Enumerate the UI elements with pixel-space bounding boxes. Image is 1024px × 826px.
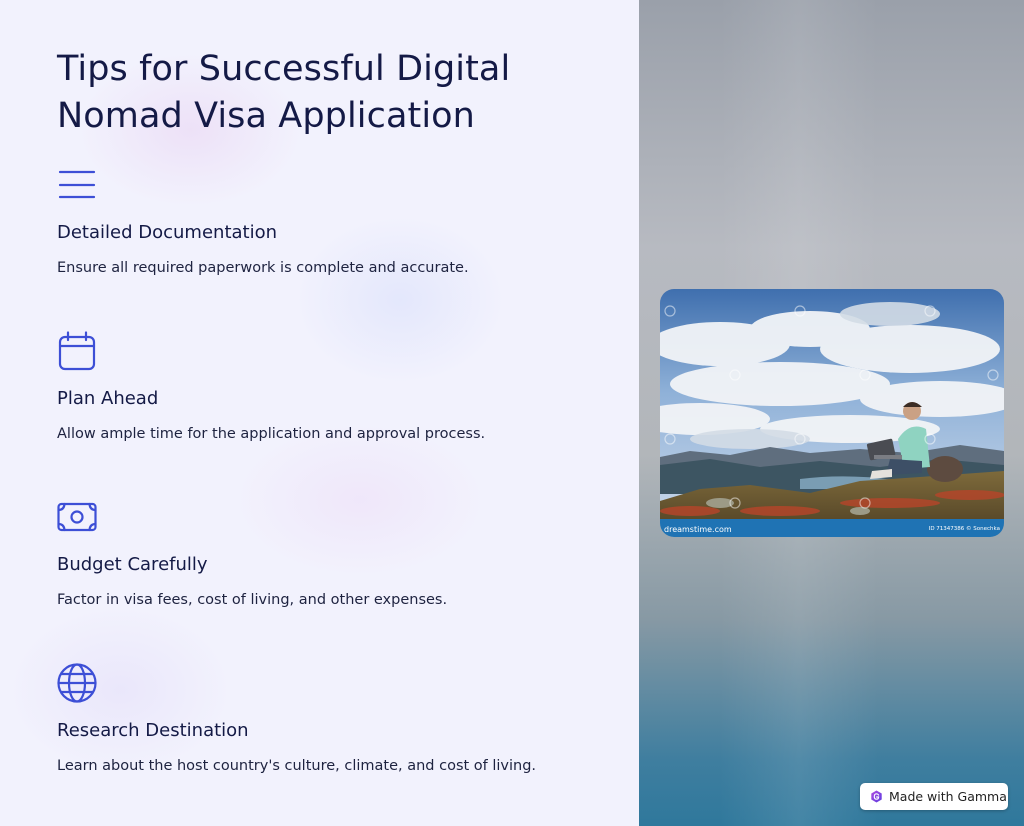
tip-item-documentation: Detailed Documentation Ensure all requir… xyxy=(57,165,617,285)
tip-description: Factor in visa fees, cost of living, and… xyxy=(57,592,448,608)
calendar-icon xyxy=(58,331,96,371)
page-title: Tips for Successful Digital Nomad Visa A… xyxy=(57,49,511,136)
money-bill-icon xyxy=(57,502,97,532)
hiker-with-laptop-photo: dreamstime.com ID 71347386 © Sonechka xyxy=(660,289,1004,537)
tip-title: Research Destination xyxy=(57,720,249,741)
gamma-logo-icon xyxy=(871,790,882,803)
tip-title: Budget Carefully xyxy=(57,554,208,575)
tip-title: Detailed Documentation xyxy=(57,222,278,243)
watermark-left: dreamstime.com xyxy=(664,525,732,534)
made-with-gamma-badge[interactable]: Made with Gamma xyxy=(860,783,1008,810)
content-panel: Tips for Successful Digital Nomad Visa A… xyxy=(0,0,639,826)
menu-icon xyxy=(58,170,96,199)
tip-description: Learn about the host country's culture, … xyxy=(57,758,537,774)
tip-description: Allow ample time for the application and… xyxy=(57,426,486,442)
globe-icon xyxy=(57,663,97,703)
tip-title: Plan Ahead xyxy=(57,388,159,409)
tip-item-plan-ahead: Plan Ahead Allow ample time for the appl… xyxy=(57,331,617,451)
tip-item-research: Research Destination Learn about the hos… xyxy=(57,663,617,783)
badge-label: Made with Gamma xyxy=(889,789,1007,804)
watermark-right: ID 71347386 © Sonechka xyxy=(929,525,1000,532)
tip-description: Ensure all required paperwork is complet… xyxy=(57,260,469,276)
tip-item-budget: Budget Carefully Factor in visa fees, co… xyxy=(57,497,617,617)
